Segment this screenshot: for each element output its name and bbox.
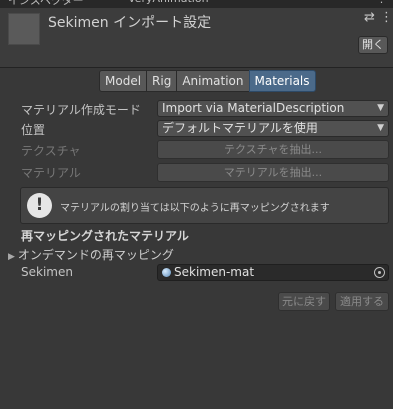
open-button[interactable]: 開く	[358, 36, 388, 54]
tab-very-animation[interactable]: VeryAnimation	[128, 0, 209, 8]
material-object-field[interactable]: Sekimen-mat	[157, 264, 389, 281]
material-creation-mode-dropdown[interactable]: Import via MaterialDescription ▼	[157, 100, 389, 117]
material-icon	[162, 268, 171, 277]
foldout-arrow-icon[interactable]: ▶	[8, 252, 15, 262]
help-text: マテリアルの割り当ては以下のように再マッピングされます	[60, 203, 330, 214]
material-creation-mode-label: マテリアル作成モード	[21, 103, 141, 117]
info-icon: !	[27, 193, 52, 218]
on-demand-remap-label: オンデマンドの再マッピング	[17, 248, 174, 262]
window-tab-bar: インスペクター VeryAnimation ⋮	[0, 0, 393, 8]
tab-rig[interactable]: Rig	[146, 70, 178, 92]
object-picker-icon[interactable]	[374, 267, 385, 278]
material-object-name: Sekimen-mat	[174, 265, 255, 279]
importer-header: Sekimen インポート設定 ⇄ ⋮ 開く	[0, 8, 393, 68]
page-title: Sekimen インポート設定	[48, 15, 212, 31]
location-value: デフォルトマテリアルを使用	[162, 121, 318, 135]
location-dropdown[interactable]: デフォルトマテリアルを使用 ▼	[157, 120, 389, 137]
preset-icon[interactable]: ⇄	[364, 10, 375, 25]
tab-animation[interactable]: Animation	[176, 70, 250, 92]
dropdown-arrow-icon: ▼	[377, 123, 384, 133]
extract-materials-button[interactable]: マテリアルを抽出...	[157, 163, 389, 182]
tab-materials[interactable]: Materials	[248, 70, 316, 92]
tab-inspector[interactable]: インスペクター	[8, 0, 84, 8]
apply-button[interactable]: 適用する	[335, 292, 389, 311]
material-creation-mode-value: Import via MaterialDescription	[162, 101, 345, 115]
revert-button[interactable]: 元に戻す	[278, 292, 330, 311]
materials-label: マテリアル	[21, 166, 81, 180]
remap-entry-label: Sekimen	[21, 265, 73, 279]
remapped-materials-heading: 再マッピングされたマテリアル	[21, 229, 189, 243]
location-label: 位置	[21, 123, 46, 137]
on-demand-remap-foldout[interactable]: ▶ オンデマンドの再マッピング	[8, 246, 174, 263]
textures-label: テクスチャ	[21, 144, 81, 158]
more-icon[interactable]: ⋮	[376, 0, 387, 5]
asset-thumbnail	[8, 13, 40, 45]
info-help-box: ! マテリアルの割り当ては以下のように再マッピングされます	[20, 187, 389, 224]
extract-textures-button[interactable]: テクスチャを抽出...	[157, 140, 389, 159]
context-menu-icon[interactable]: ⋮	[380, 10, 393, 25]
importer-tabs: Model Rig Animation Materials	[99, 70, 316, 92]
dropdown-arrow-icon: ▼	[377, 103, 384, 113]
tab-model[interactable]: Model	[99, 70, 148, 92]
